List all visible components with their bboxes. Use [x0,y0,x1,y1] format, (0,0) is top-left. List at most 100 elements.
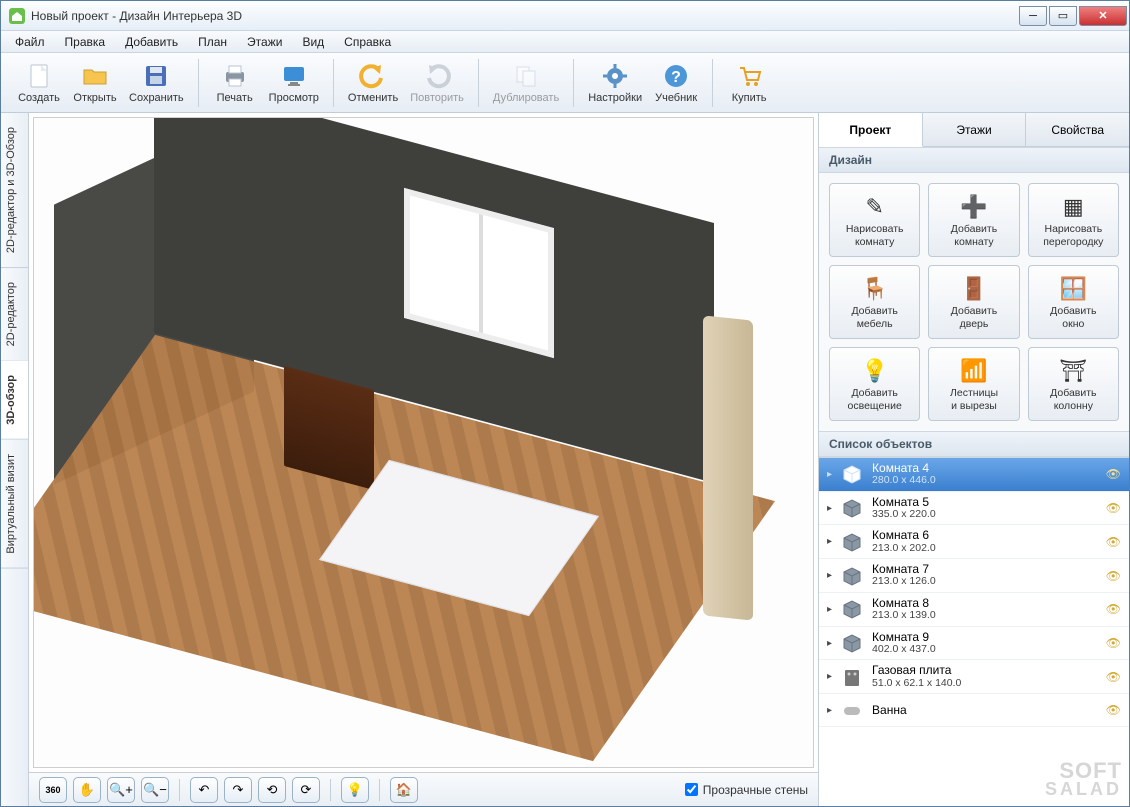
dup-button: Дублировать [487,59,565,106]
menu-правка[interactable]: Правка [55,33,116,51]
menu-план[interactable]: План [188,33,237,51]
visibility-icon[interactable]: 👁 [1106,703,1121,717]
cart-icon [734,61,764,91]
monitor-icon [279,61,309,91]
menu-файл[interactable]: Файл [5,33,55,51]
menubar: ФайлПравкаДобавитьПланЭтажиВидСправка [1,31,1129,53]
design-нарисовать-комнату[interactable]: ✎Нарисоватькомнату [829,183,920,257]
design-добавить-окно[interactable]: 🪟Добавитьокно [1028,265,1119,339]
design-лестницы-и-вырезы[interactable]: 📶Лестницыи вырезы [928,347,1019,421]
minimize-button[interactable]: ─ [1019,6,1047,26]
preview-button[interactable]: Просмотр [263,59,325,106]
menu-этажи[interactable]: Этажи [237,33,292,51]
expand-icon: ▸ [827,503,832,514]
object-item[interactable]: ▸Газовая плита51.0 x 62.1 x 140.0👁 [819,660,1129,694]
design-icon: ▦ [1059,192,1087,220]
app-icon [9,8,25,24]
right-tab-свойства[interactable]: Свойства [1026,113,1129,146]
3d-scene[interactable] [33,117,814,768]
design-icon: ✎ [861,192,889,220]
print-button[interactable]: Печать [207,59,263,106]
object-item[interactable]: ▸Ванна👁 [819,694,1129,727]
save-button[interactable]: Сохранить [123,59,190,106]
object-icon [840,564,864,588]
object-item[interactable]: ▸Комната 4280.0 x 446.0👁 [819,458,1129,492]
design-добавить-дверь[interactable]: 🚪Добавитьдверь [928,265,1019,339]
view-toolbar: 360✋🔍+🔍− ↶↷⟲⟳ 💡 🏠 Прозрачные стены [29,772,818,806]
360-icon[interactable]: 360 [39,777,67,803]
object-item[interactable]: ▸Комната 5335.0 x 220.0👁 [819,492,1129,526]
expand-icon: ▸ [827,570,832,581]
home-icon[interactable]: 🏠 [390,777,418,803]
object-item[interactable]: ▸Комната 8213.0 x 139.0👁 [819,593,1129,627]
close-button[interactable]: ✕ [1079,6,1127,26]
settings-button[interactable]: Настройки [582,59,648,106]
redo-icon [422,61,452,91]
design-grid: ✎Нарисоватькомнату➕Добавитькомнату▦Нарис… [819,173,1129,431]
redo-button: Повторить [404,59,470,106]
rotate-left-icon[interactable]: ↶ [190,777,218,803]
design-добавить-мебель[interactable]: 🪑Добавитьмебель [829,265,920,339]
object-icon [840,530,864,554]
right-tab-этажи[interactable]: Этажи [923,113,1027,146]
right-tabstrip: ПроектЭтажиСвойства [819,113,1129,147]
visibility-icon[interactable]: 👁 [1106,670,1121,684]
expand-icon: ▸ [827,536,832,547]
expand-icon: ▸ [827,671,832,682]
object-item[interactable]: ▸Комната 7213.0 x 126.0👁 [819,559,1129,593]
design-section-header: Дизайн [819,147,1129,173]
object-icon [840,631,864,655]
transparent-walls-checkbox[interactable]: Прозрачные стены [685,783,808,797]
objects-section-header: Список объектов [819,431,1129,457]
objects-list[interactable]: ▸Комната 4280.0 x 446.0👁▸Комната 5335.0 … [819,457,1129,806]
visibility-icon[interactable]: 👁 [1106,501,1121,515]
visibility-icon[interactable]: 👁 [1106,467,1121,481]
design-icon: 🪟 [1059,274,1087,302]
visibility-icon[interactable]: 👁 [1106,636,1121,650]
design-добавить-освещение[interactable]: 💡Добавитьосвещение [829,347,920,421]
buy-button[interactable]: Купить [721,59,777,106]
rotate-right-icon[interactable]: ↷ [224,777,252,803]
orbit-right-icon[interactable]: ⟳ [292,777,320,803]
hand-icon[interactable]: ✋ [73,777,101,803]
design-нарисовать-перегородку[interactable]: ▦Нарисоватьперегородку [1028,183,1119,257]
design-icon: 🚪 [960,274,988,302]
new-button[interactable]: Создать [11,59,67,106]
zoom-out-icon[interactable]: 🔍− [141,777,169,803]
right-tab-проект[interactable]: Проект [819,113,923,147]
window-title: Новый проект - Дизайн Интерьера 3D [31,9,1017,23]
object-icon [840,698,864,722]
expand-icon: ▸ [827,604,832,615]
gear-icon [600,61,630,91]
menu-вид[interactable]: Вид [292,33,334,51]
light-icon[interactable]: 💡 [341,777,369,803]
visibility-icon[interactable]: 👁 [1106,535,1121,549]
open-button[interactable]: Открыть [67,59,123,106]
undo-button[interactable]: Отменить [342,59,404,106]
design-добавить-колонну[interactable]: ⛩Добавитьколонну [1028,347,1119,421]
visibility-icon[interactable]: 👁 [1106,569,1121,583]
orbit-left-icon[interactable]: ⟲ [258,777,286,803]
left-tab-2d-редактор-и-3d-обзор[interactable]: 2D-редактор и 3D-Обзор [1,113,28,268]
object-item[interactable]: ▸Комната 6213.0 x 202.0👁 [819,525,1129,559]
diskette-icon [141,61,171,91]
left-tab-2d-редактор[interactable]: 2D-редактор [1,268,28,361]
help-button[interactable]: ?Учебник [648,59,704,106]
left-tab-3d-обзор[interactable]: 3D-обзор [1,361,28,440]
duplicate-icon [511,61,541,91]
visibility-icon[interactable]: 👁 [1106,602,1121,616]
menu-добавить[interactable]: Добавить [115,33,188,51]
expand-icon: ▸ [827,638,832,649]
left-tabstrip: 2D-редактор и 3D-Обзор2D-редактор3D-обзо… [1,113,29,806]
left-tab-виртуальный-визит[interactable]: Виртуальный визит [1,440,28,569]
maximize-button[interactable]: ▭ [1049,6,1077,26]
object-icon [840,462,864,486]
expand-icon: ▸ [827,705,832,716]
svg-text:?: ? [671,69,681,86]
zoom-in-icon[interactable]: 🔍+ [107,777,135,803]
expand-icon: ▸ [827,469,832,480]
menu-справка[interactable]: Справка [334,33,401,51]
design-добавить-комнату[interactable]: ➕Добавитькомнату [928,183,1019,257]
object-item[interactable]: ▸Комната 9402.0 x 437.0👁 [819,627,1129,661]
main-toolbar: СоздатьОткрытьСохранить ПечатьПросмотр Отм… [1,53,1129,113]
